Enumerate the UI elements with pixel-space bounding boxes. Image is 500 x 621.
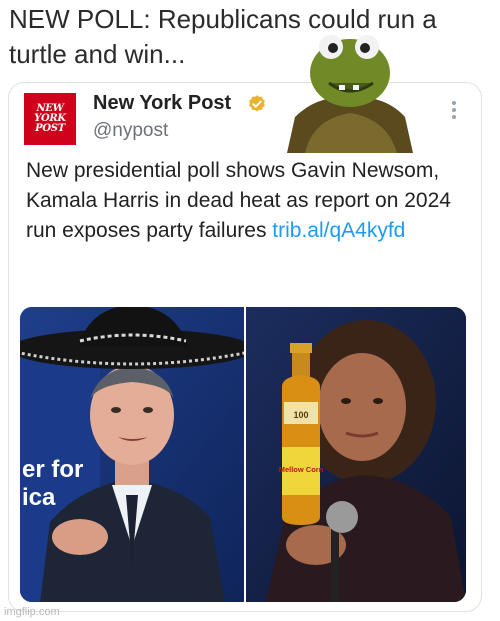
turtle-image: [287, 35, 413, 153]
bottle-number: 100: [293, 410, 308, 420]
photo-left-banner-line1: er for: [22, 456, 83, 483]
photo-right[interactable]: 100 Mellow Corn: [246, 307, 466, 602]
account-name[interactable]: New York Post: [93, 92, 231, 115]
photo-right-illustration: 100 Mellow Corn: [246, 307, 466, 602]
photo-left[interactable]: er for ica: [20, 307, 244, 602]
tweet-link[interactable]: trib.al/qA4kyfd: [272, 219, 405, 242]
watermark: imgflip.com: [4, 606, 60, 618]
logo-text: NEW YORK POST: [34, 103, 66, 134]
verified-badge-icon: [249, 95, 265, 112]
tweet-text: New presidential poll shows Gavin Newsom…: [26, 156, 466, 246]
photo-left-illustration: er for ica: [20, 307, 244, 602]
bottle-label: Mellow Corn: [279, 465, 324, 474]
account-avatar[interactable]: NEW YORK POST: [24, 93, 76, 145]
photo-left-banner-line2: ica: [22, 484, 56, 511]
more-options-icon[interactable]: [452, 101, 458, 122]
account-handle[interactable]: @nypost: [93, 120, 168, 142]
